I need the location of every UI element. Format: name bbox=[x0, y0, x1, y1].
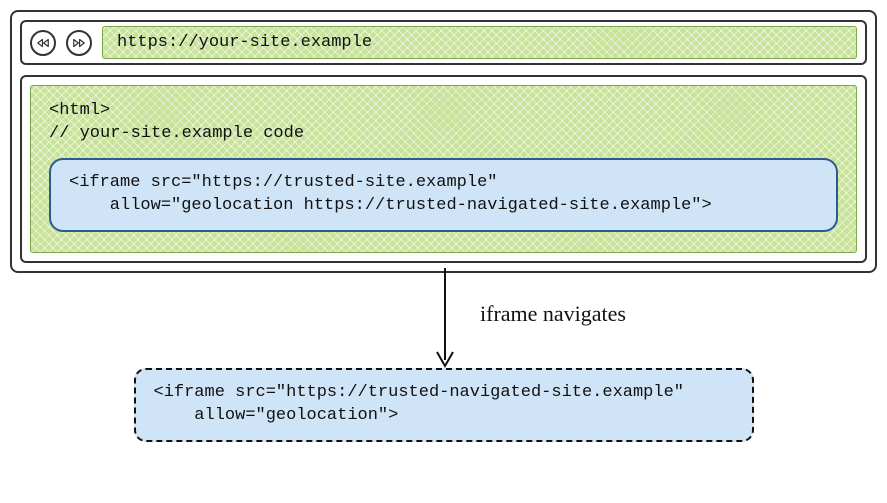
browser-window: https://your-site.example <html> // your… bbox=[10, 10, 877, 273]
iframe-result-box: <iframe src="https://trusted-navigated-s… bbox=[134, 368, 754, 442]
back-button[interactable] bbox=[30, 30, 56, 56]
browser-toolbar: https://your-site.example bbox=[20, 20, 867, 65]
page-content-frame: <html> // your-site.example code <iframe… bbox=[20, 75, 867, 263]
page-code-text: <html> // your-site.example code bbox=[49, 100, 838, 146]
navigation-arrow-area: iframe navigates bbox=[10, 273, 877, 368]
fast-forward-icon bbox=[72, 36, 86, 50]
address-bar[interactable]: https://your-site.example bbox=[102, 26, 857, 59]
rewind-icon bbox=[36, 36, 50, 50]
arrow-label: iframe navigates bbox=[480, 301, 626, 327]
iframe-initial-box: <iframe src="https://trusted-site.exampl… bbox=[49, 158, 838, 232]
page-code-panel: <html> // your-site.example code <iframe… bbox=[30, 85, 857, 253]
arrow-down-icon bbox=[430, 268, 460, 373]
forward-button[interactable] bbox=[66, 30, 92, 56]
